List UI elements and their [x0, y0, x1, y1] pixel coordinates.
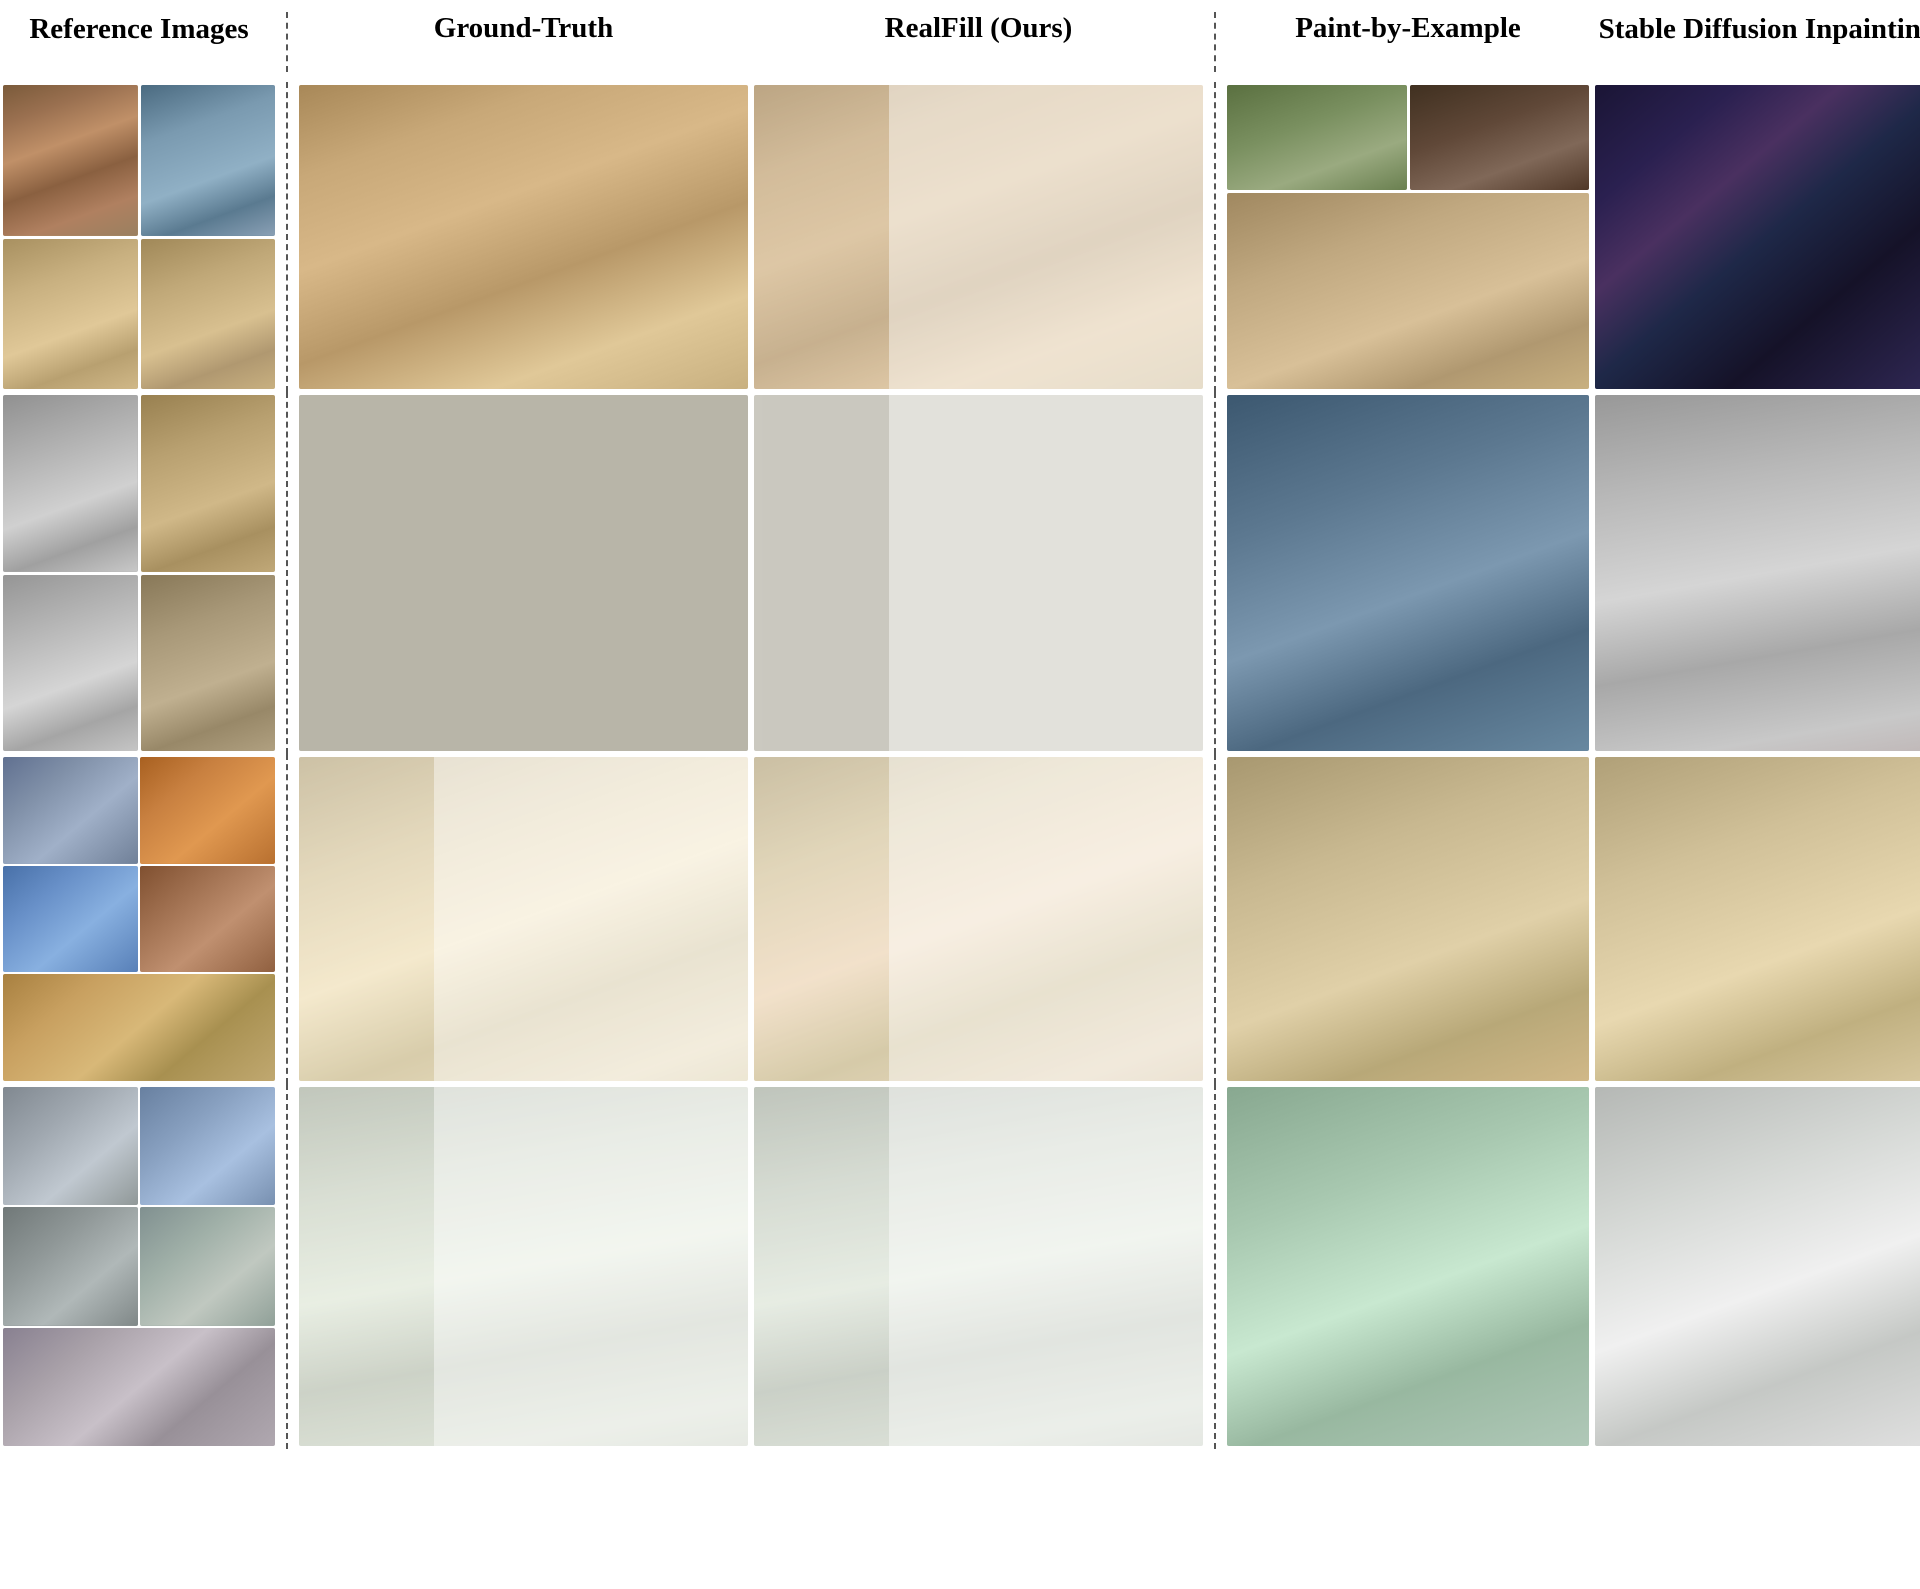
rf-col-row4: [751, 1084, 1206, 1449]
divider-row3-right: [1214, 754, 1216, 1084]
pbe-top1-row1: [1227, 85, 1407, 190]
header-sd-label: Stable Diffusion Inpainting: [1599, 12, 1920, 47]
ref-image-r3-3: [3, 866, 138, 973]
ref-image-r4-3: [3, 1207, 138, 1325]
gt-col-row3: [296, 754, 751, 1084]
gt-image-row4: [299, 1087, 748, 1446]
divider-row2-left: [286, 392, 288, 754]
pbe-image-row2: [1227, 395, 1589, 751]
ref-image-r4-5: [3, 1328, 275, 1446]
pbe-col-row1: [1224, 82, 1592, 392]
ref-image-r1-3: [3, 239, 138, 390]
ref-image-r4-2: [140, 1087, 275, 1205]
ref-image-r3-5: [3, 974, 275, 1081]
sd-col-row2: [1592, 392, 1920, 754]
ref-image-r3-4: [140, 866, 275, 973]
rf-col-row2: [751, 392, 1206, 754]
rf-col-row1: [751, 82, 1206, 392]
divider-row1-right: [1214, 82, 1216, 392]
rf-col-row3: [751, 754, 1206, 1084]
sd-col-row3: [1592, 754, 1920, 1084]
header-reference-label: Reference Images: [29, 12, 248, 47]
sd-col-row4: [1592, 1084, 1920, 1449]
col-header-pbe: Paint-by-Example: [1224, 12, 1592, 45]
header-groundtruth-label: Ground-Truth: [434, 12, 613, 45]
ref-image-r3-1: [3, 757, 138, 864]
sd-image-row2: [1595, 395, 1920, 751]
ref-image-r1-4: [141, 239, 276, 390]
col-header-realfill: RealFill (Ours): [751, 12, 1206, 45]
ref-image-r3-2: [140, 757, 275, 864]
row-music: [0, 82, 1920, 392]
divider-2: [1214, 12, 1216, 72]
ref-col-row1: [0, 82, 278, 392]
ref-col-row3: [0, 754, 278, 1084]
ref-image-r4-4: [140, 1207, 275, 1325]
header-realfill-label: RealFill (Ours): [885, 12, 1073, 45]
rf-image-row1: [754, 85, 1203, 389]
ref-col-row4: [0, 1084, 278, 1449]
ref-image-r2-4: [141, 575, 276, 752]
ref-image-r2-3: [3, 575, 138, 752]
col-header-reference: Reference Images: [0, 12, 278, 47]
ref-image-r2-2: [141, 395, 276, 572]
sd-image-row4: [1595, 1087, 1920, 1446]
divider-row3-left: [286, 754, 288, 1084]
main-container: Reference Images Ground-Truth RealFill (…: [0, 0, 1920, 1589]
sd-image-row1: [1595, 85, 1920, 389]
sd-image-row3: [1595, 757, 1920, 1081]
row-bunny: [0, 392, 1920, 754]
divider-row4-left: [286, 1084, 288, 1449]
row-teddy: [0, 754, 1920, 1084]
header-row: Reference Images Ground-Truth RealFill (…: [0, 0, 1920, 82]
ref-image-r2-1: [3, 395, 138, 572]
col-header-groundtruth: Ground-Truth: [296, 12, 751, 45]
rf-image-row3: [754, 757, 1203, 1081]
header-pbe-label: Paint-by-Example: [1295, 12, 1521, 45]
ref-image-r1-2: [141, 85, 276, 236]
gt-image-row1: [299, 85, 748, 389]
gt-col-row4: [296, 1084, 751, 1449]
pbe-image-row4: [1227, 1087, 1589, 1446]
gt-col-row2: [296, 392, 751, 754]
pbe-image-row3: [1227, 757, 1589, 1081]
divider-1: [286, 12, 288, 72]
pbe-col-row2: [1224, 392, 1592, 754]
rf-image-row4: [754, 1087, 1203, 1446]
ref-col-row2: [0, 392, 278, 754]
divider-row2-right: [1214, 392, 1216, 754]
col-header-sd: Stable Diffusion Inpainting: [1592, 12, 1920, 47]
gt-image-row3: [299, 757, 748, 1081]
gt-image-row2: [299, 395, 748, 751]
row-robot: [0, 1084, 1920, 1449]
ref-image-r1-1: [3, 85, 138, 236]
pbe-main-row1: [1227, 193, 1589, 389]
divider-row1-left: [286, 82, 288, 392]
gt-col-row1: [296, 82, 751, 392]
rf-image-row2: [754, 395, 1203, 751]
pbe-col-row4: [1224, 1084, 1592, 1449]
pbe-top2-row1: [1410, 85, 1590, 190]
sd-col-row1: [1592, 82, 1920, 392]
pbe-col-row3: [1224, 754, 1592, 1084]
divider-row4-right: [1214, 1084, 1216, 1449]
ref-image-r4-1: [3, 1087, 138, 1205]
